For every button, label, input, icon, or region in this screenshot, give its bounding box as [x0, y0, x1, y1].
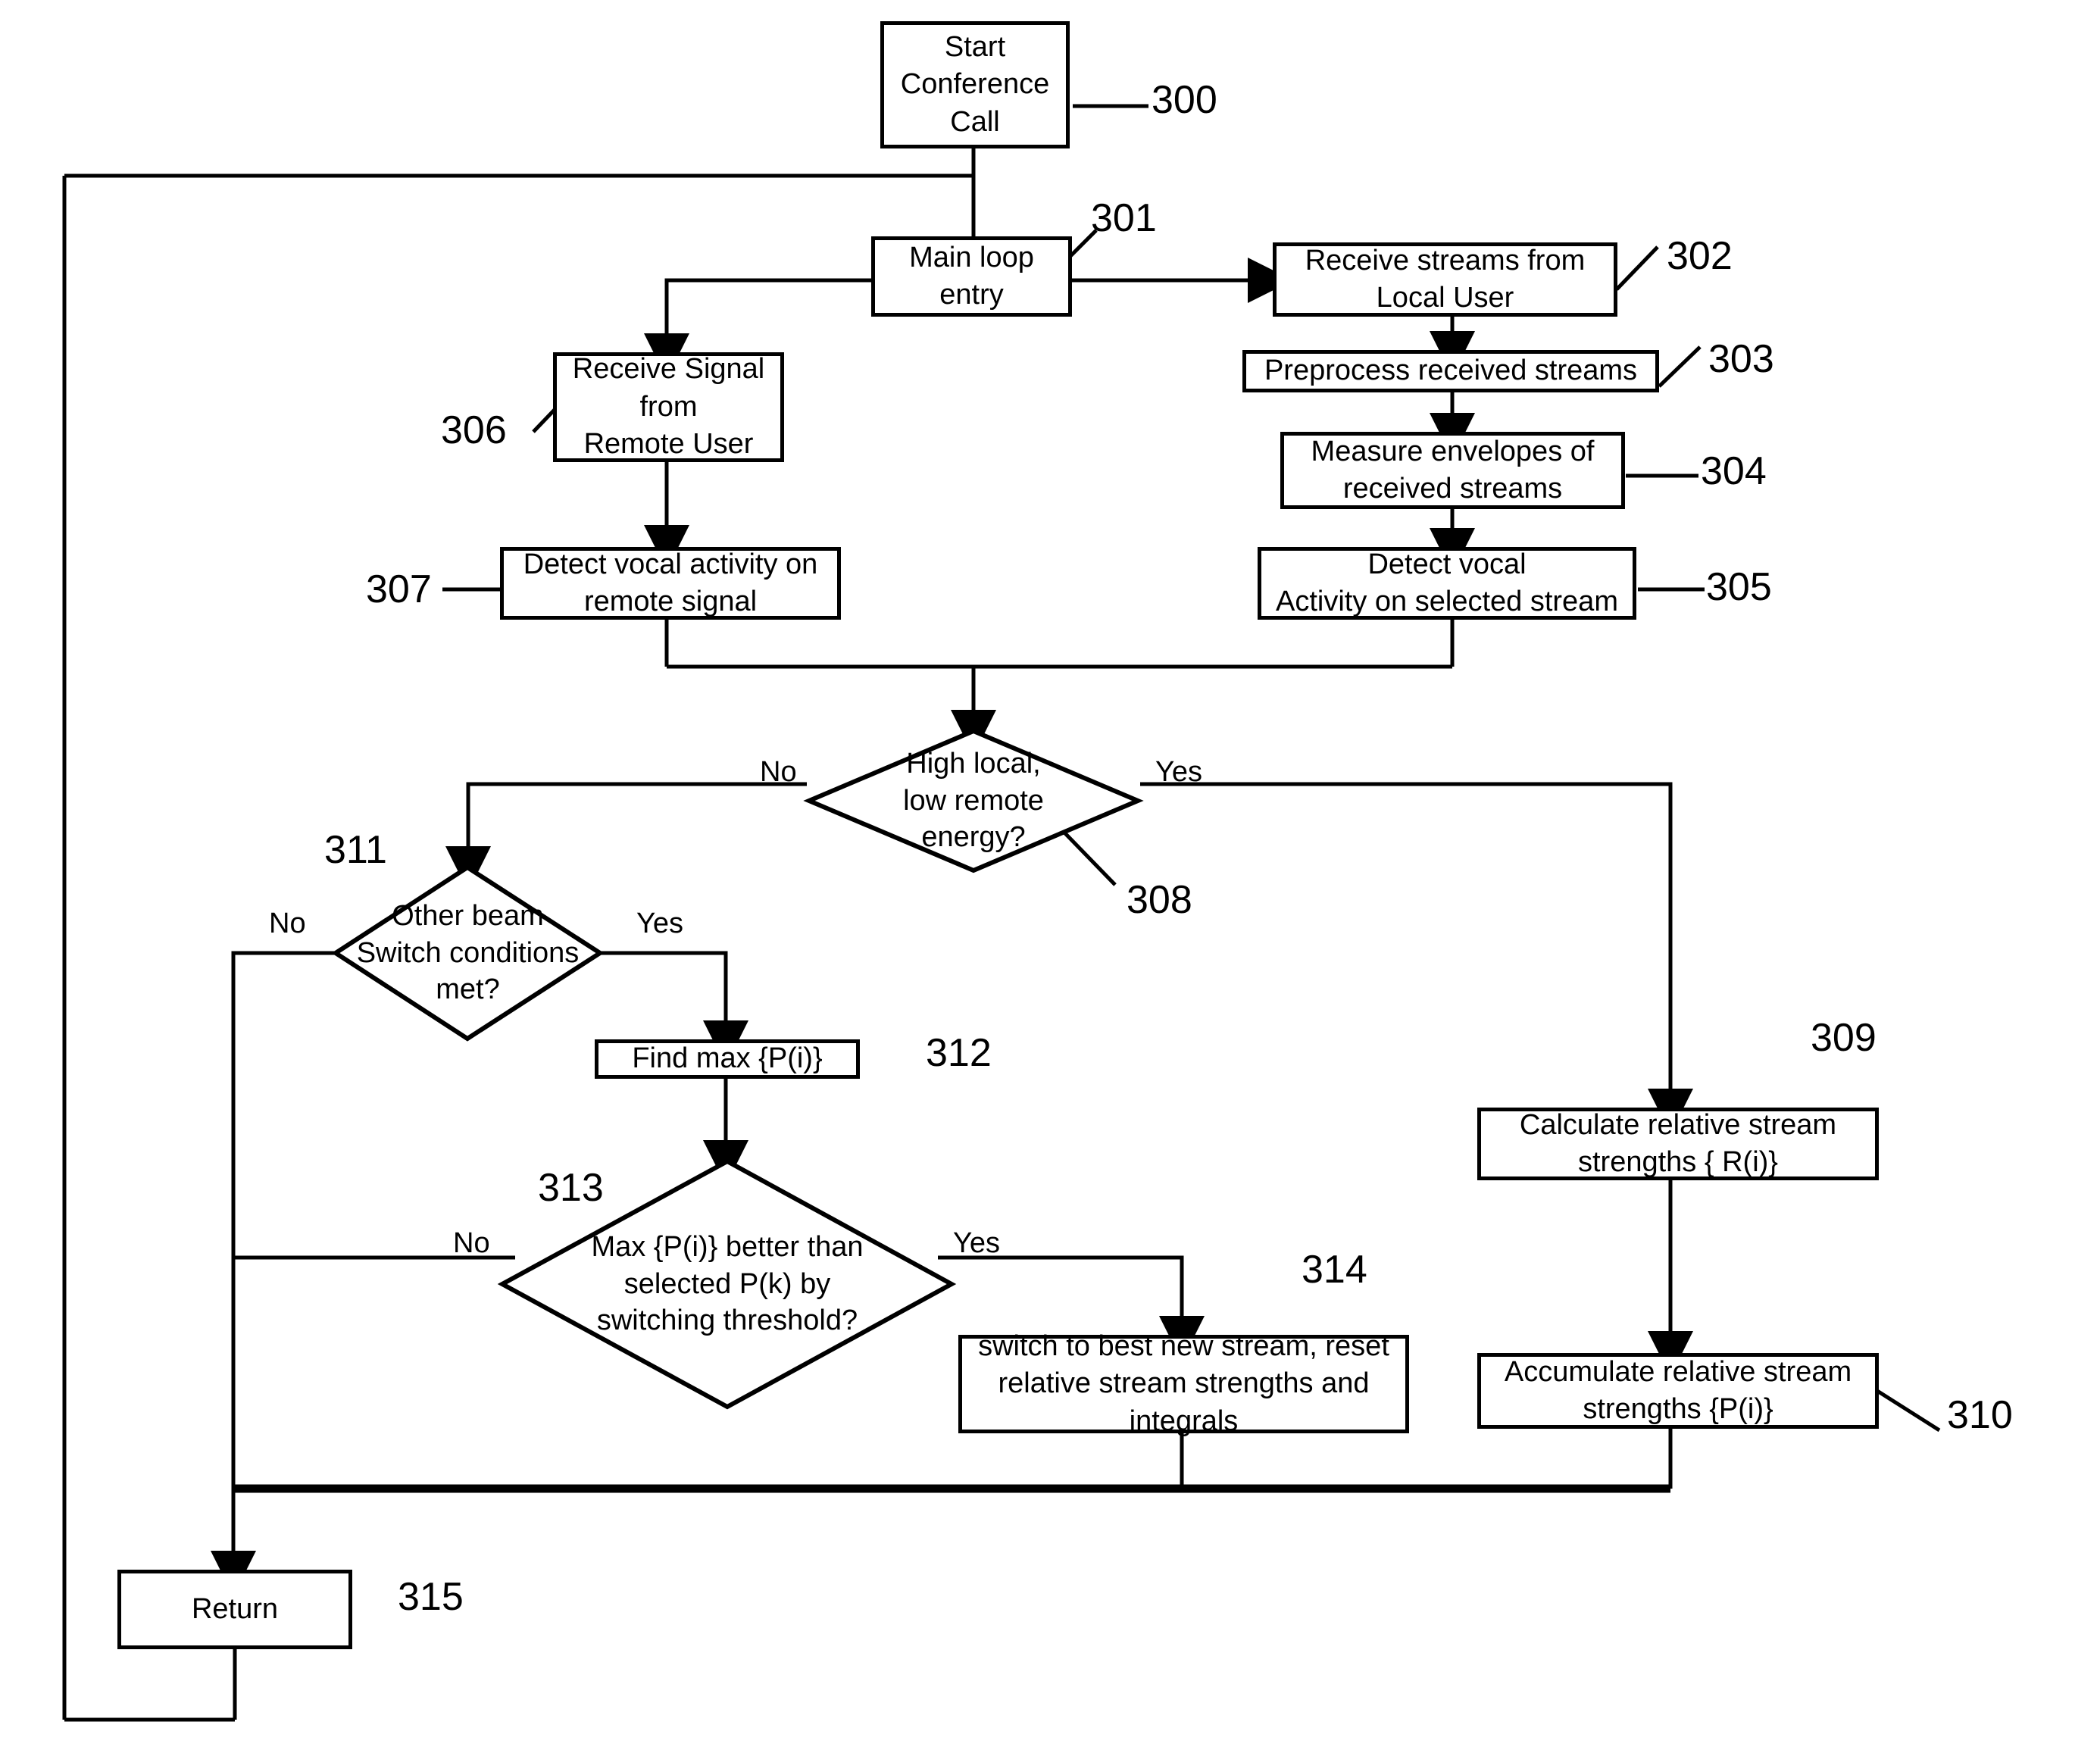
node-receive-remote-signal[interactable]: Receive Signal from Remote User — [553, 352, 784, 462]
node-label-301: Main loop entry — [909, 241, 1034, 311]
ref-303: 303 — [1708, 337, 1774, 381]
node-label-315: Return — [191, 1592, 279, 1625]
node-detect-vocal-remote-signal[interactable]: Detect vocal activity on remote signal — [500, 547, 841, 620]
node-calculate-relative-strengths[interactable]: Calculate relative stream strengths { R(… — [1477, 1108, 1879, 1180]
ref-307: 307 — [366, 567, 432, 611]
node-label-302: Receive streams from Local User — [1305, 244, 1586, 314]
ref-305: 305 — [1706, 565, 1772, 609]
leader-303 — [1658, 345, 1702, 388]
leader-310 — [1876, 1389, 1941, 1433]
node-receive-local-streams[interactable]: Receive streams from Local User — [1273, 242, 1617, 317]
edge-label-308-no: No — [760, 756, 797, 788]
edge-label-308-yes: Yes — [1155, 756, 1202, 788]
ref-314: 314 — [1302, 1248, 1367, 1292]
leader-302 — [1615, 245, 1659, 291]
ref-309: 309 — [1811, 1016, 1877, 1060]
node-label-306: Receive Signal from Remote User — [572, 353, 765, 461]
edge-label-313-yes: Yes — [953, 1227, 1000, 1259]
ref-308: 308 — [1127, 878, 1192, 922]
ref-312: 312 — [926, 1031, 992, 1075]
node-label-314: switch to best new stream, reset relativ… — [978, 1330, 1389, 1437]
node-label-303: Preprocess received streams — [1264, 355, 1638, 387]
node-high-local-low-remote-energy[interactable]: High local, low remote energy? — [803, 728, 1144, 873]
ref-313: 313 — [538, 1166, 604, 1210]
node-label-312: Find max {P(i)} — [632, 1042, 823, 1075]
flowchart-canvas: Start Conference Call 300 Main loop entr… — [0, 0, 2100, 1753]
ref-301: 301 — [1091, 196, 1157, 240]
ref-300: 300 — [1152, 78, 1217, 122]
node-main-loop-entry[interactable]: Main loop entry — [871, 236, 1072, 317]
node-label-309: Calculate relative stream strengths { R(… — [1519, 1108, 1837, 1178]
leader-300 — [1073, 104, 1148, 108]
ref-304: 304 — [1701, 449, 1767, 493]
node-detect-vocal-selected-stream[interactable]: Detect vocal Activity on selected stream — [1258, 547, 1636, 620]
node-return[interactable]: Return — [117, 1570, 352, 1649]
ref-315: 315 — [398, 1575, 464, 1619]
ref-306: 306 — [441, 408, 507, 452]
ref-310: 310 — [1947, 1393, 2013, 1437]
edge-label-311-no: No — [269, 908, 306, 939]
node-label-305: Detect vocal Activity on selected stream — [1276, 548, 1618, 617]
ref-311: 311 — [324, 828, 387, 872]
edge-label-311-yes: Yes — [636, 908, 683, 939]
node-label-300: Start Conference Call — [900, 30, 1050, 138]
node-find-max-p[interactable]: Find max {P(i)} — [595, 1039, 860, 1079]
node-accumulate-relative-strengths[interactable]: Accumulate relative stream strengths {P(… — [1477, 1353, 1879, 1429]
node-label-304: Measure envelopes of received streams — [1311, 435, 1595, 505]
edge-label-313-no: No — [453, 1227, 490, 1259]
node-other-beam-switch-conditions[interactable]: Other beam Switch conditions met? — [331, 864, 605, 1042]
node-measure-envelopes[interactable]: Measure envelopes of received streams — [1280, 432, 1625, 509]
node-switch-to-best-stream[interactable]: switch to best new stream, reset relativ… — [958, 1330, 1409, 1437]
ref-302: 302 — [1667, 234, 1733, 278]
node-preprocess-streams[interactable]: Preprocess received streams — [1242, 350, 1659, 392]
node-label-310: Accumulate relative stream strengths {P(… — [1504, 1355, 1852, 1425]
node-label-307: Detect vocal activity on remote signal — [523, 548, 818, 617]
leader-304 — [1626, 473, 1698, 478]
node-start-conference-call[interactable]: Start Conference Call — [880, 21, 1070, 148]
